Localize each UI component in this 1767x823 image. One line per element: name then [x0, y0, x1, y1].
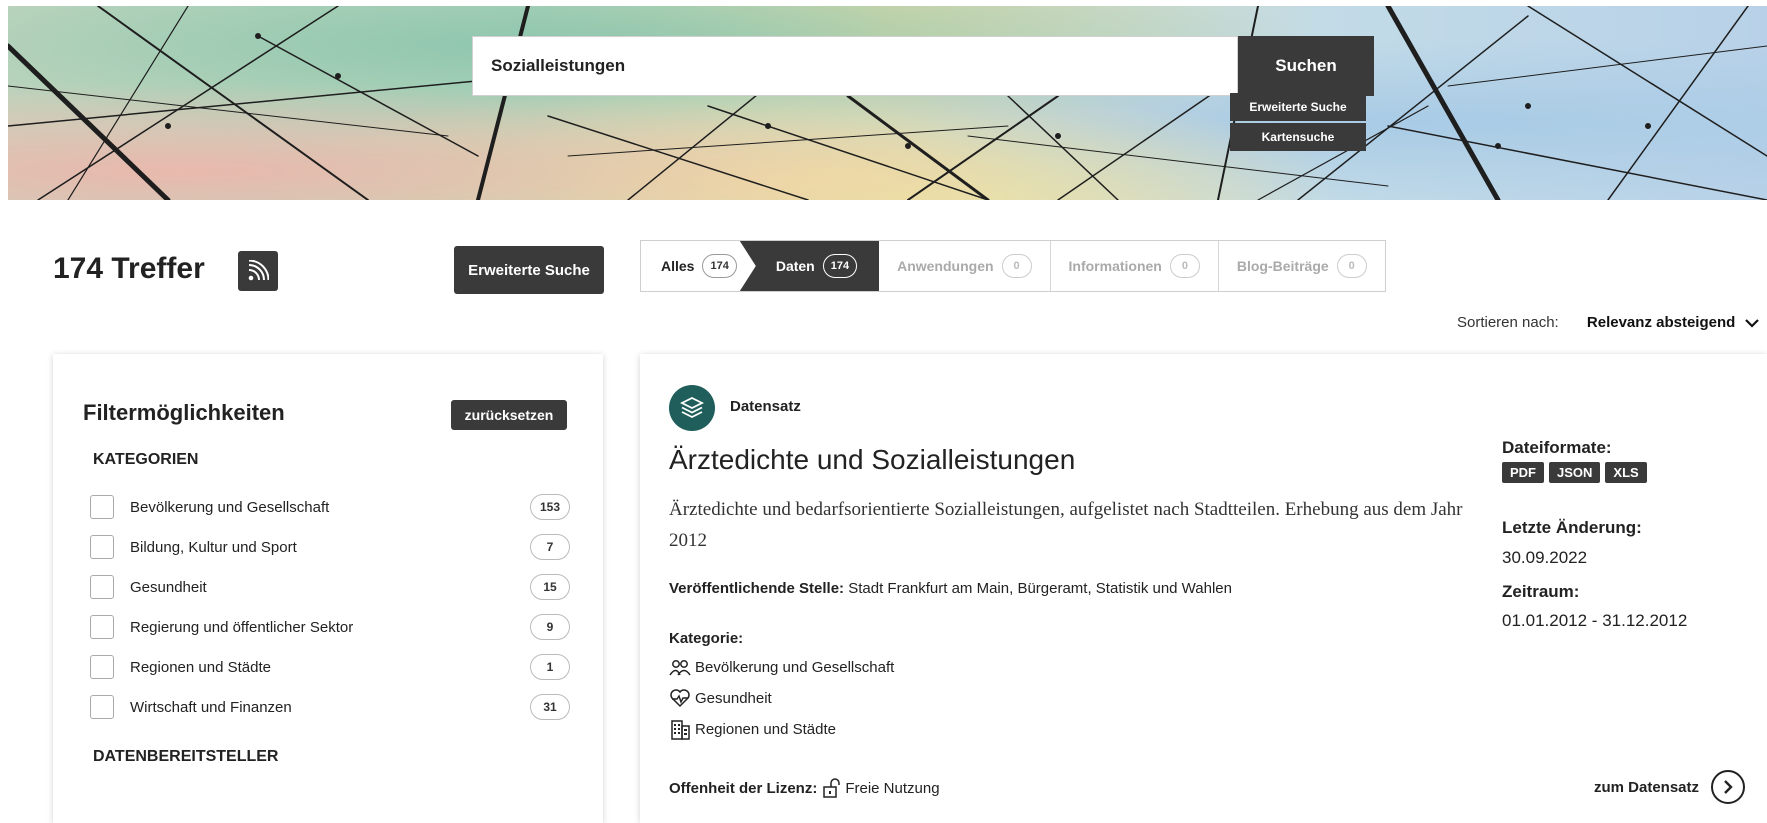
map-search-link[interactable]: Kartensuche	[1230, 123, 1366, 151]
category-filter-row[interactable]: Regionen und Städte 1	[90, 652, 570, 682]
category-checkbox[interactable]	[90, 495, 114, 519]
result-type-label: Datensatz	[730, 398, 801, 415]
dataset-title[interactable]: Ärztedichte und Sozialleistungen	[669, 444, 1075, 476]
advanced-search-link[interactable]: Erweiterte Suche	[1230, 93, 1366, 121]
dataset-category-label: Bevölkerung und Gesellschaft	[695, 658, 895, 676]
dataset-category-item: Gesundheit	[669, 688, 772, 708]
hero-banner: Suchen	[8, 6, 1767, 200]
search-box	[472, 36, 1238, 96]
category-checkbox[interactable]	[90, 695, 114, 719]
sort-control[interactable]: Sortieren nach: Relevanz absteigend	[1457, 314, 1760, 331]
license-label: Offenheit der Lizenz:	[669, 779, 818, 797]
last-modified-heading: Letzte Änderung:	[1502, 518, 1642, 537]
category-count-badge: 153	[530, 494, 570, 520]
format-badge-json: JSON	[1549, 462, 1601, 483]
tab-label: Blog-Beiträge	[1236, 258, 1329, 274]
results-count-heading: 174 Treffer	[53, 252, 205, 285]
category-checkbox[interactable]	[90, 575, 114, 599]
people-icon	[669, 660, 691, 676]
category-label: Regionen und Städte	[130, 658, 271, 676]
category-filter-row[interactable]: Bevölkerung und Gesellschaft 153	[90, 492, 570, 522]
building-icon	[671, 720, 690, 740]
file-format-badges: PDF JSON XLS	[1502, 462, 1647, 483]
category-count-badge: 9	[530, 614, 570, 640]
time-period-heading: Zeitraum:	[1502, 582, 1580, 601]
category-filter-row[interactable]: Wirtschaft und Finanzen 31	[90, 692, 570, 722]
category-count-badge: 15	[530, 574, 570, 600]
category-checkbox[interactable]	[90, 655, 114, 679]
tab-applications[interactable]: Anwendungen 0	[879, 241, 1051, 291]
time-period-value: 01.01.2012 - 31.12.2012	[1502, 611, 1688, 630]
open-dataset-link[interactable]: zum Datensatz	[1594, 770, 1746, 804]
search-button[interactable]: Suchen	[1238, 36, 1374, 96]
category-label: Bevölkerung und Gesellschaft	[130, 498, 330, 516]
category-label: Bildung, Kultur und Sport	[130, 538, 297, 556]
category-checkbox[interactable]	[90, 535, 114, 559]
publisher-line: Veröffentlichende Stelle: Stadt Frankfur…	[669, 580, 1232, 597]
publisher-value: Stadt Frankfurt am Main, Bürgeramt, Stat…	[848, 580, 1232, 597]
category-filter-row[interactable]: Gesundheit 15	[90, 572, 570, 602]
tab-data[interactable]: Daten 174	[739, 241, 880, 291]
tab-label: Daten	[775, 258, 815, 274]
dataset-category-item: Bevölkerung und Gesellschaft	[669, 658, 894, 676]
rss-feed-icon[interactable]	[238, 251, 278, 291]
chevron-right-icon[interactable]	[1711, 770, 1746, 804]
reset-filters-button[interactable]: zurücksetzen	[451, 400, 567, 430]
category-count-badge: 7	[530, 534, 570, 560]
tab-count-badge: 0	[1001, 254, 1032, 278]
chevron-down-icon[interactable]	[1745, 318, 1760, 328]
providers-heading: DATENBEREITSTELLER	[93, 748, 279, 765]
dataset-category-label: Regionen und Städte	[695, 720, 836, 738]
category-label: Wirtschaft und Finanzen	[130, 698, 292, 716]
tab-information[interactable]: Informationen 0	[1051, 241, 1219, 291]
filter-panel-title: Filtermöglichkeiten	[83, 400, 285, 425]
tab-blog-posts[interactable]: Blog-Beiträge 0	[1219, 241, 1385, 291]
open-dataset-label[interactable]: zum Datensatz	[1594, 779, 1699, 796]
category-count-badge: 1	[530, 654, 570, 680]
license-line: Offenheit der Lizenz: Freie Nutzung	[669, 778, 940, 798]
category-count-badge: 31	[530, 694, 570, 720]
last-modified-value: 30.09.2022	[1502, 548, 1588, 567]
tab-count-badge: 0	[1169, 254, 1200, 278]
sort-label: Sortieren nach:	[1457, 314, 1559, 331]
search-input[interactable]	[473, 37, 1237, 95]
tab-count-badge: 174	[822, 254, 858, 278]
license-value: Freie Nutzung	[845, 779, 940, 797]
category-heading: Kategorie:	[669, 630, 744, 647]
dataset-description: Ärztedichte und bedarfsorientierte Sozia…	[669, 499, 1463, 551]
dataset-result-card: Datensatz Ärztedichte und Sozialleistung…	[640, 354, 1767, 823]
tab-label: Anwendungen	[897, 258, 994, 274]
format-badge-pdf: PDF	[1502, 462, 1544, 483]
file-formats-heading: Dateiformate:	[1502, 438, 1612, 457]
tab-all[interactable]: Alles 174	[641, 241, 758, 291]
result-type-tabs: Alles 174 Daten 174 Anwendungen 0 Inform…	[640, 240, 1386, 292]
heart-pulse-icon	[670, 689, 690, 708]
filter-panel: Filtermöglichkeiten zurücksetzen KATEGOR…	[53, 354, 603, 823]
category-checkbox[interactable]	[90, 615, 114, 639]
tab-count-badge: 0	[1336, 254, 1367, 278]
sort-value[interactable]: Relevanz absteigend	[1587, 314, 1735, 331]
category-label: Regierung und öffentlicher Sektor	[130, 618, 354, 636]
categories-heading: KATEGORIEN	[93, 451, 199, 468]
category-filter-row[interactable]: Regierung und öffentlicher Sektor 9	[90, 612, 570, 642]
publisher-label: Veröffentlichende Stelle:	[669, 580, 845, 597]
unlocked-padlock-icon	[823, 778, 841, 798]
dataset-category-label: Gesundheit	[695, 689, 772, 707]
category-filter-row[interactable]: Bildung, Kultur und Sport 7	[90, 532, 570, 562]
tab-label: Informationen	[1068, 258, 1162, 274]
advanced-search-button[interactable]: Erweiterte Suche	[454, 246, 604, 294]
format-badge-xls: XLS	[1605, 462, 1647, 483]
category-label: Gesundheit	[130, 578, 207, 596]
dataset-layers-icon	[669, 385, 715, 431]
tab-label: Alles	[661, 258, 695, 274]
dataset-category-item: Regionen und Städte	[669, 718, 836, 740]
tab-count-badge: 174	[702, 254, 737, 278]
